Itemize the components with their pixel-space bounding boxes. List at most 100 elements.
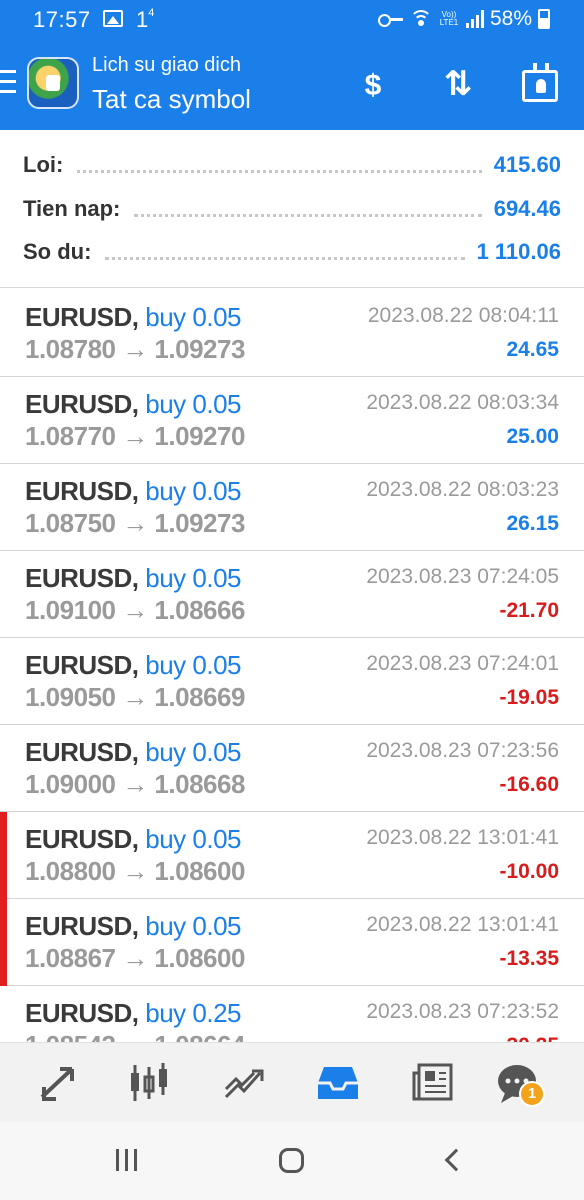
quotes-icon[interactable] bbox=[36, 1061, 80, 1105]
trade-symbol: EURUSD, buy 0.05 bbox=[25, 824, 241, 854]
trade-time: 2023.08.22 08:03:34 bbox=[366, 391, 559, 414]
balance-value: 1 110.06 bbox=[476, 239, 561, 264]
trade-symbol: EURUSD, buy 0.05 bbox=[25, 563, 241, 593]
status-time: 17:57 bbox=[33, 7, 91, 32]
trade-time: 2023.08.22 13:01:41 bbox=[366, 913, 559, 936]
trade-time: 2023.08.22 08:03:23 bbox=[366, 478, 559, 501]
profit-value: 415.60 bbox=[493, 152, 561, 177]
deposit-label: Tien nap: bbox=[23, 196, 121, 221]
status-right-group: Vo)) LTE1 58% bbox=[377, 7, 550, 31]
trade-prices: 1.09000 → 1.08668 bbox=[25, 769, 245, 799]
trade-profit: -16.60 bbox=[499, 773, 559, 796]
trade-symbol: EURUSD, buy 0.05 bbox=[25, 911, 241, 941]
trade-prices: 1.08770 → 1.09270 bbox=[25, 421, 245, 451]
page-title[interactable]: Tat ca symbol bbox=[92, 84, 251, 115]
history-icon[interactable] bbox=[316, 1061, 360, 1105]
balance-row: So du: 1 110.06 bbox=[23, 232, 561, 272]
dotted-leader bbox=[77, 163, 482, 173]
trade-type: buy 0.25 bbox=[145, 998, 241, 1028]
trade-prices: 1.09050 → 1.08669 bbox=[25, 682, 245, 712]
trade-prices: 1.09100 → 1.08666 bbox=[25, 595, 245, 625]
recent-apps-icon[interactable] bbox=[107, 1146, 147, 1176]
trade-profit: -19.05 bbox=[499, 686, 559, 709]
trade-icon[interactable] bbox=[222, 1061, 266, 1105]
trade-row[interactable]: EURUSD, buy 0.05 1.08750 → 1.09273 2023.… bbox=[0, 464, 584, 551]
battery-percent: 58% bbox=[489, 7, 532, 30]
trade-prices: 1.08867 → 1.08600 bbox=[25, 943, 245, 973]
news-icon[interactable] bbox=[411, 1061, 455, 1105]
trade-symbol: EURUSD, buy 0.05 bbox=[25, 737, 241, 767]
trade-symbol: EURUSD, buy 0.25 bbox=[25, 998, 241, 1028]
trade-profit: -21.70 bbox=[499, 599, 559, 622]
trade-marker bbox=[0, 899, 7, 986]
trade-history-list[interactable]: EURUSD, buy 0.05 1.08780 → 1.09273 2023.… bbox=[0, 290, 584, 1042]
trade-row[interactable]: EURUSD, buy 0.05 1.08770 → 1.09270 2023.… bbox=[0, 377, 584, 464]
summary-panel: Loi: 415.60 Tien nap: 694.46 So du: 1 11… bbox=[0, 130, 584, 288]
balance-label: So du: bbox=[23, 239, 92, 264]
trade-row[interactable]: EURUSD, buy 0.05 1.09000 → 1.08668 2023.… bbox=[0, 725, 584, 812]
trade-symbol: EURUSD, buy 0.05 bbox=[25, 302, 241, 332]
trade-type: buy 0.05 bbox=[145, 824, 241, 854]
trade-row[interactable]: EURUSD, buy 0.05 1.08867 → 1.08600 2023.… bbox=[0, 899, 584, 986]
signal-icon bbox=[465, 10, 484, 28]
trade-type: buy 0.05 bbox=[145, 476, 241, 506]
trade-row[interactable]: EURUSD, buy 0.05 1.08800 → 1.08600 2023.… bbox=[0, 812, 584, 899]
status-bar: 17:57 14 Vo)) LTE1 58% bbox=[0, 0, 584, 40]
trade-symbol: EURUSD, buy 0.05 bbox=[25, 650, 241, 680]
trade-profit: -30.25 bbox=[499, 1034, 559, 1042]
trade-time: 2023.08.23 07:23:56 bbox=[366, 739, 559, 762]
trade-profit: 25.00 bbox=[506, 425, 559, 448]
system-navigation bbox=[0, 1122, 584, 1200]
chat-badge: 1 bbox=[519, 1081, 545, 1107]
vpn-key-icon bbox=[377, 12, 404, 27]
page-subtitle: Lich su giao dich bbox=[92, 54, 241, 76]
trade-row[interactable]: EURUSD, buy 0.05 1.09050 → 1.08669 2023.… bbox=[0, 638, 584, 725]
trade-time: 2023.08.23 07:23:52 bbox=[366, 1000, 559, 1023]
wifi-icon bbox=[409, 10, 432, 28]
trade-prices: 1.08750 → 1.09273 bbox=[25, 508, 245, 538]
trade-row[interactable]: EURUSD, buy 0.05 1.08780 → 1.09273 2023.… bbox=[0, 290, 584, 377]
trade-prices: 1.08780 → 1.09273 bbox=[25, 334, 245, 364]
trade-type: buy 0.05 bbox=[145, 302, 241, 332]
trade-profit: -13.35 bbox=[499, 947, 559, 970]
metatrader-logo bbox=[27, 57, 79, 109]
app-bar: Lich su giao dich Tat ca symbol $ ⇅ bbox=[0, 40, 584, 130]
bottom-navigation bbox=[0, 1042, 584, 1122]
trade-time: 2023.08.23 07:24:01 bbox=[366, 652, 559, 675]
calendar-icon[interactable] bbox=[518, 63, 562, 108]
trade-type: buy 0.05 bbox=[145, 737, 241, 767]
app-root: 17:57 14 Vo)) LTE1 58% Lich su giao dich… bbox=[0, 0, 584, 1200]
deposit-value: 694.46 bbox=[493, 196, 561, 221]
battery-icon bbox=[538, 9, 550, 29]
sort-icon[interactable]: ⇅ bbox=[436, 64, 480, 108]
home-icon[interactable] bbox=[271, 1146, 311, 1176]
chart-icon[interactable] bbox=[127, 1061, 171, 1105]
profit-row: Loi: 415.60 bbox=[23, 145, 561, 185]
dotted-leader bbox=[105, 250, 465, 260]
trade-row[interactable]: EURUSD, buy 0.25 1.08543 → 1.08664 2023.… bbox=[0, 986, 584, 1042]
trade-prices: 1.08543 → 1.08664 bbox=[25, 1030, 245, 1042]
profit-label: Loi: bbox=[23, 152, 64, 177]
trade-symbol: EURUSD, buy 0.05 bbox=[25, 389, 241, 419]
network-label: Vo)) LTE1 bbox=[439, 10, 459, 27]
trade-row[interactable]: EURUSD, buy 0.05 1.09100 → 1.08666 2023.… bbox=[0, 551, 584, 638]
trade-type: buy 0.05 bbox=[145, 389, 241, 419]
trade-time: 2023.08.22 13:01:41 bbox=[366, 826, 559, 849]
menu-icon[interactable] bbox=[0, 70, 18, 96]
trade-profit: 24.65 bbox=[506, 338, 559, 361]
trade-profit: -10.00 bbox=[499, 860, 559, 883]
dollar-exchange-icon[interactable]: $ bbox=[351, 64, 395, 108]
gallery-notification-icon bbox=[103, 10, 123, 27]
trade-type: buy 0.05 bbox=[145, 650, 241, 680]
trade-type: buy 0.05 bbox=[145, 563, 241, 593]
trade-prices: 1.08800 → 1.08600 bbox=[25, 856, 245, 886]
deposit-row: Tien nap: 694.46 bbox=[23, 189, 561, 229]
trade-time: 2023.08.23 07:24:05 bbox=[366, 565, 559, 588]
back-icon[interactable] bbox=[436, 1146, 476, 1176]
notification-count: 14 bbox=[136, 7, 155, 32]
trade-marker bbox=[0, 812, 7, 899]
trade-profit: 26.15 bbox=[506, 512, 559, 535]
trade-symbol: EURUSD, buy 0.05 bbox=[25, 476, 241, 506]
trade-time: 2023.08.22 08:04:11 bbox=[367, 304, 559, 327]
trade-type: buy 0.05 bbox=[145, 911, 241, 941]
